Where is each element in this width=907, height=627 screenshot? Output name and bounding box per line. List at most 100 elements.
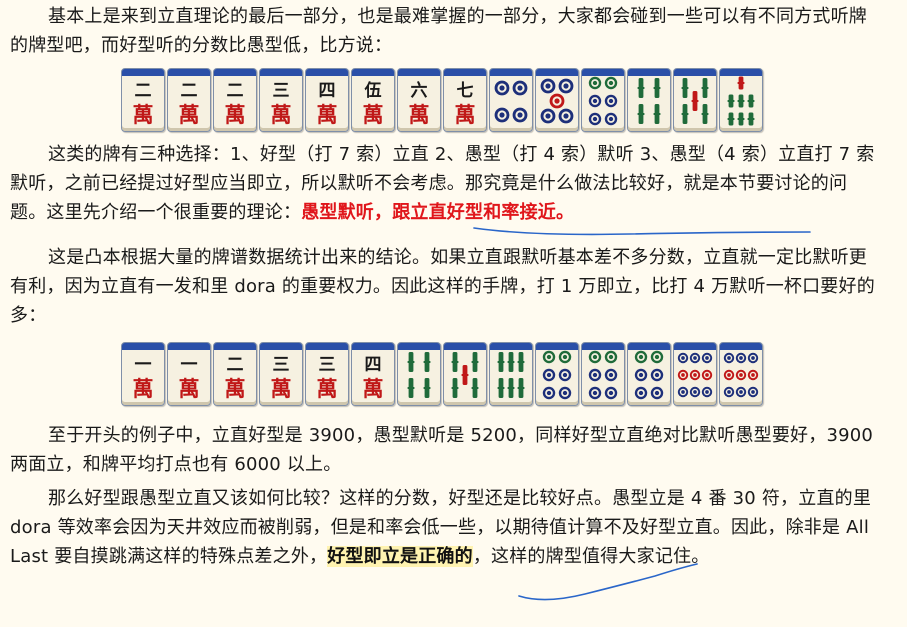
pin-circle	[542, 368, 556, 382]
sou-stick	[653, 78, 661, 98]
sou-stick	[691, 91, 699, 111]
pin-circle	[558, 350, 572, 364]
sou-stick	[681, 78, 689, 98]
sou-stick	[423, 378, 431, 398]
pin-circle	[689, 352, 701, 364]
key-theory-highlight: 愚型默听，跟立直好型和率接近。	[301, 202, 575, 223]
pin-circle	[677, 369, 689, 381]
sou-stick	[507, 352, 515, 372]
pin-circle	[540, 78, 556, 94]
pin-circle	[494, 107, 510, 123]
man-tile: 二萬	[167, 68, 211, 132]
pin-circle	[650, 350, 664, 364]
pin-circle	[604, 386, 618, 400]
sou-stick	[727, 94, 735, 108]
pin-circle	[588, 368, 602, 382]
pin-tile	[719, 342, 763, 406]
paragraph-scores-text: 至于开头的例子中，立直好型是 3900，愚型默听是 5200，同样好型立直绝对比…	[10, 425, 874, 475]
pin-circle	[588, 350, 602, 364]
pin-circle	[558, 386, 572, 400]
sou-stick	[747, 112, 755, 126]
tile-suit-label: 萬	[455, 102, 476, 127]
pin-circle	[723, 386, 735, 398]
tile-number-label: 二	[227, 81, 244, 101]
man-tile: 四萬	[351, 342, 395, 406]
pin-circle	[634, 368, 648, 382]
pin-circle	[677, 386, 689, 398]
sou-stick	[517, 352, 525, 372]
pin-circle	[604, 76, 618, 90]
tile-suit-label: 萬	[179, 376, 200, 401]
sou-stick	[471, 352, 479, 372]
tile-suit-label: 萬	[363, 376, 384, 401]
sou-stick	[451, 352, 459, 372]
sou-stick	[507, 378, 515, 398]
tile-suit-label: 萬	[271, 102, 292, 127]
man-tile: 四萬	[305, 68, 349, 132]
sou-stick	[737, 76, 745, 90]
tile-number-label: 二	[181, 81, 198, 101]
pin-tile	[581, 68, 625, 132]
pin-circle	[588, 386, 602, 400]
tile-number-label: 三	[273, 355, 290, 375]
article-page: 基本上是来到立直理论的最后一部分，也是最难掌握的一部分，大家都会碰到一些可以有不…	[0, 0, 907, 627]
man-tile: 三萬	[259, 68, 303, 132]
tile-hand-example-2: 一萬一萬二萬三萬三萬四萬	[121, 342, 765, 408]
sou-stick	[653, 104, 661, 124]
pin-circle	[558, 368, 572, 382]
sou-tile	[673, 68, 717, 132]
pin-circle	[701, 369, 713, 381]
pin-circle	[747, 352, 759, 364]
sou-stick	[737, 94, 745, 108]
sou-stick	[701, 78, 709, 98]
man-tile: 三萬	[259, 342, 303, 406]
tile-suit-label: 萬	[271, 376, 292, 401]
sou-tile	[489, 342, 533, 406]
pin-tile	[489, 68, 533, 132]
paragraph-comparison-end: ，这样的牌型值得大家记住。	[472, 546, 710, 567]
tile-number-label: 二	[227, 355, 244, 375]
pin-tile	[535, 68, 579, 132]
tile-suit-label: 萬	[225, 376, 246, 401]
tile-hand-example-1: 二萬二萬二萬三萬四萬伍萬六萬七萬	[121, 68, 765, 134]
tile-number-label: 伍	[364, 80, 382, 101]
pin-circle	[558, 108, 574, 124]
sou-stick	[461, 365, 469, 385]
pin-circle	[588, 76, 602, 90]
pin-circle	[588, 112, 602, 126]
sou-stick	[637, 104, 645, 124]
pin-circle	[542, 350, 556, 364]
tile-number-label: 七	[457, 81, 474, 101]
sou-tile	[397, 342, 441, 406]
tile-number-label: 四	[365, 355, 382, 375]
tile-suit-label: 萬	[317, 376, 338, 401]
pin-circle	[634, 350, 648, 364]
tile-suit-label: 萬	[225, 102, 246, 127]
pin-circle	[634, 386, 648, 400]
sou-stick	[747, 94, 755, 108]
pin-circle	[604, 112, 618, 126]
pin-circle	[512, 107, 528, 123]
paragraph-conclusion: 这是凸本根据大量的牌谱数据统计出来的结论。如果立直跟默听基本差不多分数，立直就一…	[10, 243, 882, 330]
tile-number-label: 三	[273, 81, 290, 101]
sou-tile	[443, 342, 487, 406]
pin-circle	[650, 386, 664, 400]
pin-circle	[588, 94, 602, 108]
pin-circle	[540, 108, 556, 124]
sou-stick	[451, 378, 459, 398]
man-tile: 六萬	[397, 68, 441, 132]
sou-stick	[681, 104, 689, 124]
pin-tile	[673, 342, 717, 406]
pin-tile	[627, 342, 671, 406]
pin-circle	[723, 369, 735, 381]
man-tile: 二萬	[213, 68, 257, 132]
pin-circle	[689, 369, 701, 381]
sou-stick	[407, 378, 415, 398]
pin-circle	[650, 368, 664, 382]
sou-tile	[719, 68, 763, 132]
sou-stick	[497, 378, 505, 398]
pin-circle	[735, 352, 747, 364]
man-tile: 三萬	[305, 342, 349, 406]
pin-circle	[701, 386, 713, 398]
tile-number-label: 一	[135, 355, 152, 375]
